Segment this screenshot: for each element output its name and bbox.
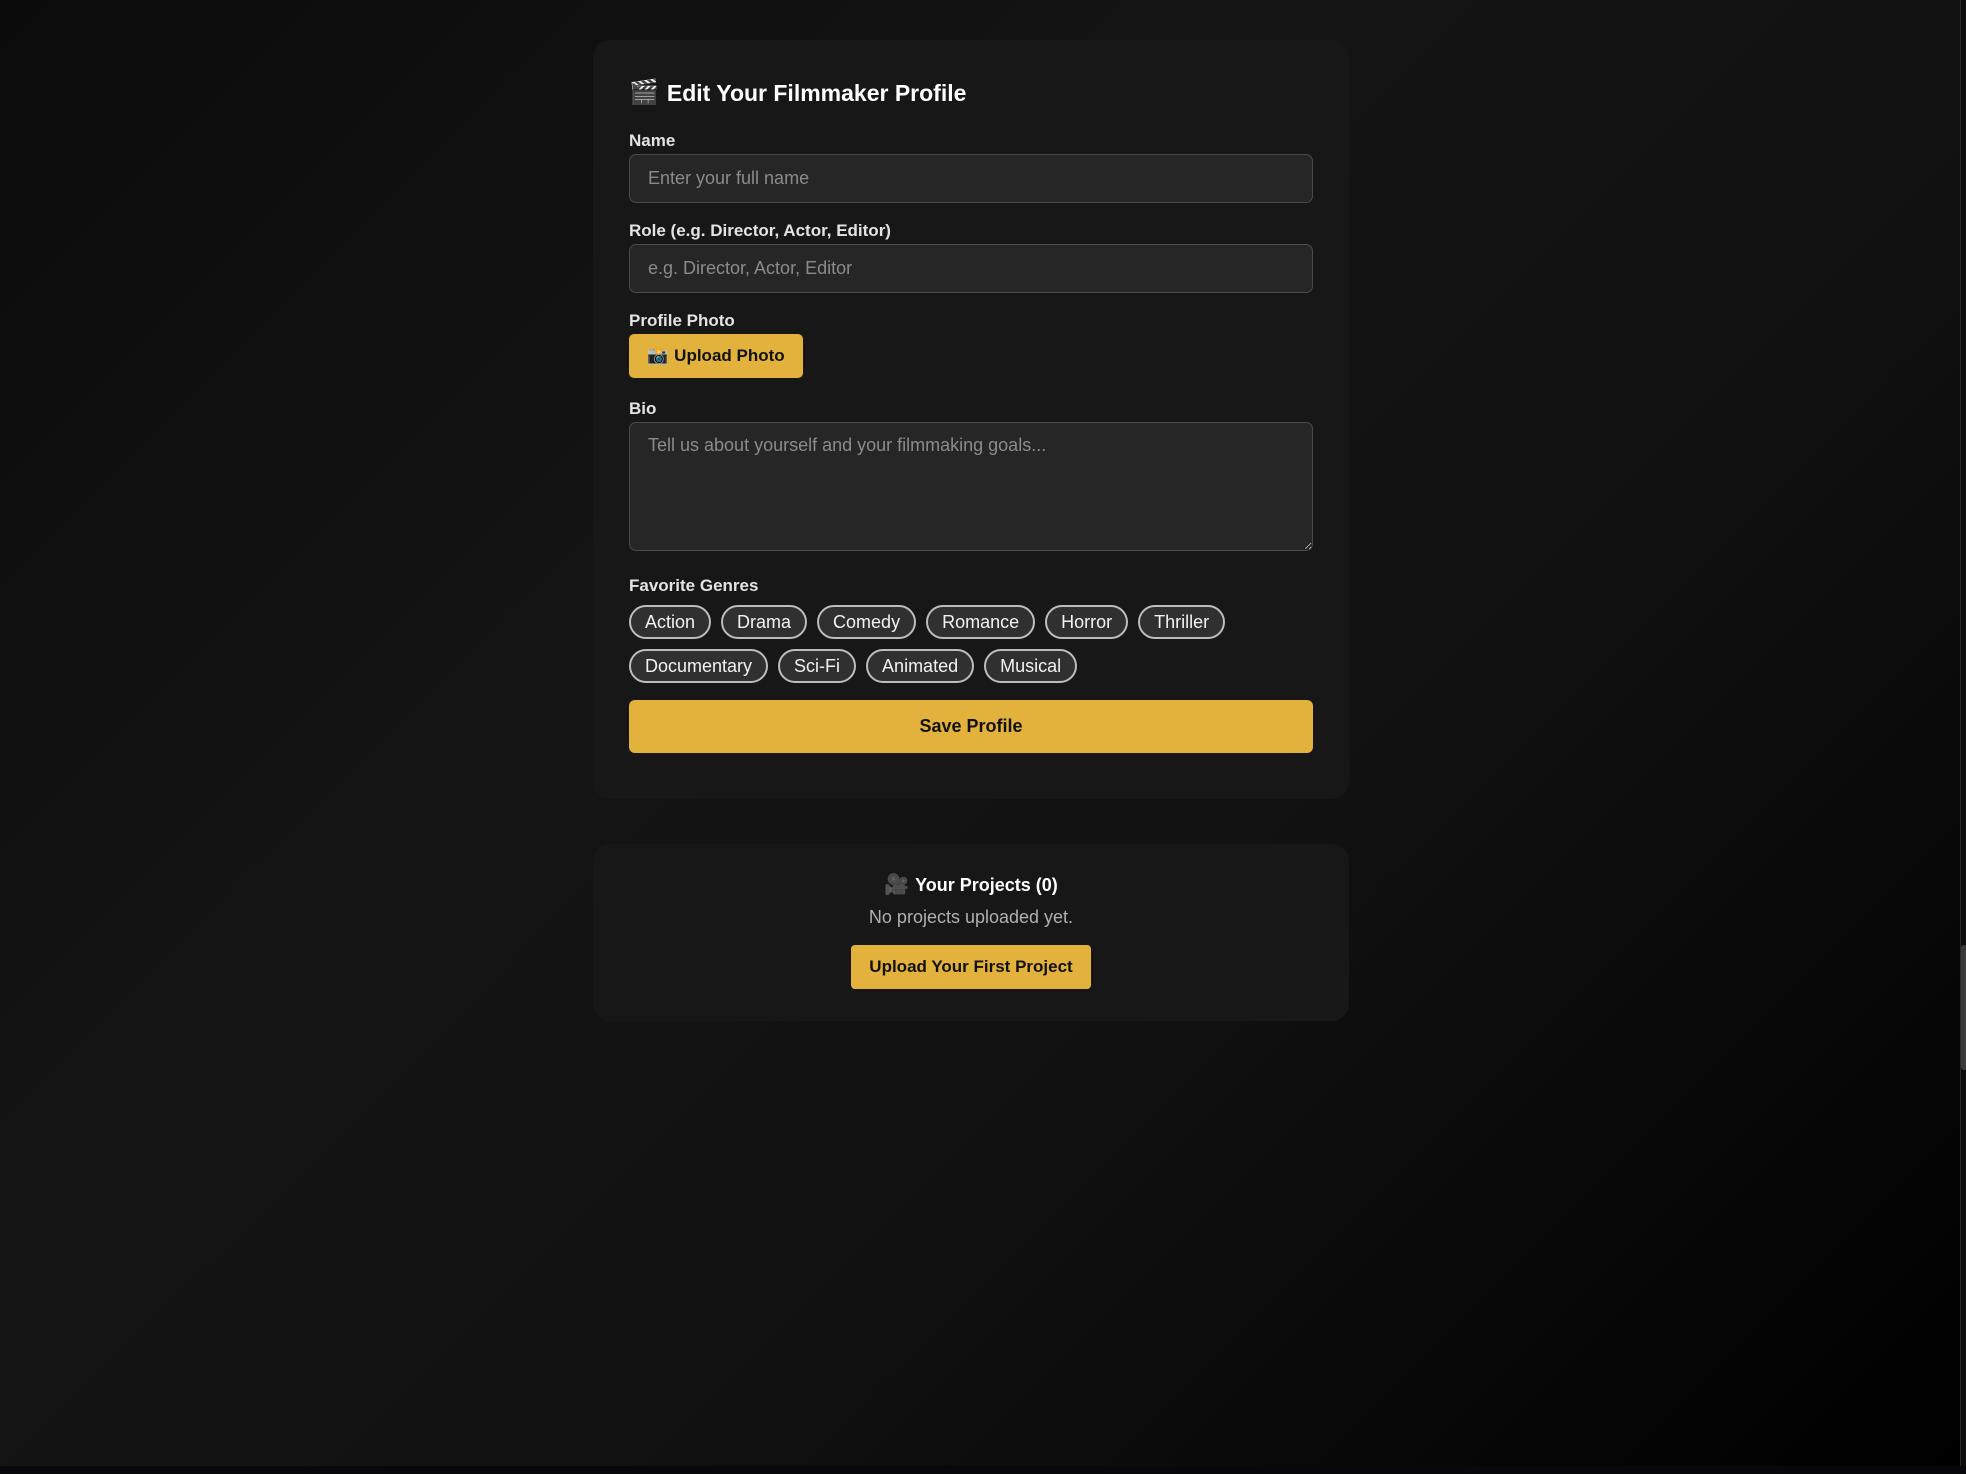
projects-title: 🎥 Your Projects (0) [884,872,1058,898]
genre-chip-romance[interactable]: Romance [926,605,1036,639]
camera-icon: 📸 [647,346,669,365]
role-input[interactable] [629,244,1313,293]
profile-card: 🎬 Edit Your Filmmaker Profile Name Role … [593,40,1349,799]
genre-chip-action[interactable]: Action [629,605,712,639]
genre-chip-animated[interactable]: Animated [866,649,975,683]
save-profile-button[interactable]: Save Profile [629,700,1313,753]
projects-card: 🎥 Your Projects (0) No projects uploaded… [593,844,1349,1021]
upload-photo-button[interactable]: 📸 Upload Photo [629,334,803,378]
genres-list: Action Drama Comedy Romance Horror Thril… [629,605,1249,683]
clapperboard-icon: 🎬 [629,79,659,106]
genre-chip-comedy[interactable]: Comedy [817,605,917,639]
bio-label: Bio [629,399,657,418]
genre-chip-drama[interactable]: Drama [721,605,808,639]
profile-title-text: Edit Your Filmmaker Profile [666,79,967,106]
genre-chip-thriller[interactable]: Thriller [1138,605,1226,639]
projects-empty-text: No projects uploaded yet. [868,907,1074,927]
upload-photo-label: Upload Photo [674,346,785,365]
name-input[interactable] [629,154,1313,203]
movie-camera-icon: 🎥 [884,874,910,896]
genre-chip-musical[interactable]: Musical [984,649,1078,683]
name-label: Name [629,131,676,150]
scrollbar-track[interactable] [1960,0,1966,1466]
profile-photo-label: Profile Photo [629,311,735,330]
bio-textarea[interactable] [629,422,1313,551]
genre-chip-horror[interactable]: Horror [1045,605,1129,639]
genres-label: Favorite Genres [629,576,759,595]
role-label: Role (e.g. Director, Actor, Editor) [629,221,891,240]
projects-title-text: Your Projects (0) [915,874,1058,895]
scrollbar-thumb[interactable] [1961,945,1966,1070]
upload-first-project-button[interactable]: Upload Your First Project [851,945,1091,989]
profile-title: 🎬 Edit Your Filmmaker Profile [629,76,1313,110]
bottom-edge [0,1466,1966,1474]
genre-chip-sci-fi[interactable]: Sci-Fi [778,649,857,683]
genre-chip-documentary[interactable]: Documentary [629,649,769,683]
